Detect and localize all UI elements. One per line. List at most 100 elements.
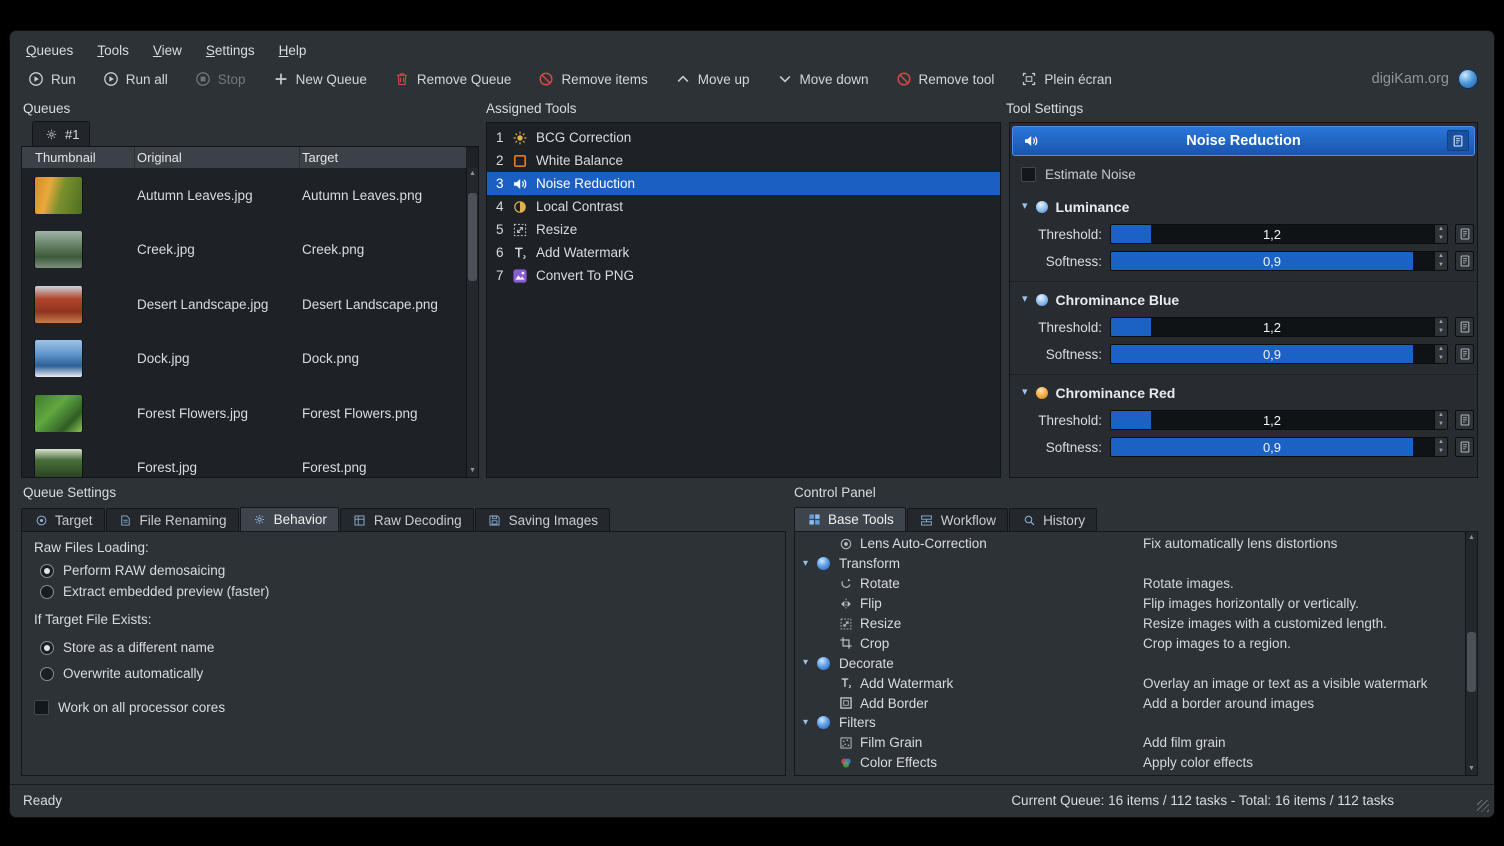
column-header-target[interactable]: Target <box>300 147 466 168</box>
section-header-chrominance-red[interactable]: ▾ Chrominance Red <box>1010 381 1477 404</box>
default-value-button[interactable] <box>1455 224 1474 244</box>
assigned-tool-resize[interactable]: 5 Resize <box>487 218 1000 241</box>
tree-item-lens-auto-correction[interactable]: Lens Auto-Correction Fix automatically l… <box>795 534 1464 554</box>
scroll-up-icon[interactable]: ▲ <box>467 168 478 180</box>
control-panel-tab-workflow[interactable]: Workflow <box>907 508 1008 531</box>
scroll-up-icon[interactable]: ▲ <box>1466 532 1477 544</box>
tree-item-add-watermark[interactable]: Add Watermark Overlay an image or text a… <box>795 673 1464 693</box>
default-value-button[interactable] <box>1455 317 1474 337</box>
queue-settings-tab-raw-decoding[interactable]: Raw Decoding <box>340 508 474 531</box>
menu-settings[interactable]: Settings <box>206 43 255 58</box>
queue-row-dock-jpg[interactable]: Dock.jpg Dock.png <box>22 332 466 387</box>
menu-view[interactable]: View <box>153 43 182 58</box>
queue-tab-1[interactable]: #1 <box>32 121 90 147</box>
toolbar-stop-button[interactable]: Stop <box>195 71 246 87</box>
control-panel-tab-base-tools[interactable]: Base Tools <box>794 507 906 531</box>
spin-down-icon[interactable]: ▼ <box>1435 447 1447 456</box>
queue-settings-tab-behavior[interactable]: Behavior <box>240 507 339 531</box>
expander-chevron-icon[interactable]: ▾ <box>803 559 817 569</box>
control-panel-tab-history[interactable]: History <box>1009 508 1097 531</box>
spin-down-icon[interactable]: ▼ <box>1435 354 1447 363</box>
work-on-all-cores-checkbox[interactable] <box>34 700 49 715</box>
expander-chevron-icon[interactable]: ▾ <box>803 718 817 728</box>
queue-settings-tab-file-renaming[interactable]: File Renaming <box>106 508 239 531</box>
toolbar-move-down-button[interactable]: Move down <box>777 71 869 87</box>
toolbar-remove-items-button[interactable]: Remove items <box>538 71 647 87</box>
resize-grip[interactable] <box>1477 800 1489 812</box>
tool-settings-header-button[interactable] <box>1447 130 1469 151</box>
estimate-noise-checkbox[interactable] <box>1021 167 1036 182</box>
assigned-tool-local-contrast[interactable]: 4 Local Contrast <box>487 195 1000 218</box>
collapse-chevron-icon[interactable]: ▾ <box>1022 201 1028 212</box>
queue-row-desert-landscape-jpg[interactable]: Desert Landscape.jpg Desert Landscape.pn… <box>22 277 466 332</box>
spin-up-icon[interactable]: ▲ <box>1435 318 1447 327</box>
spin-up-icon[interactable]: ▲ <box>1435 252 1447 261</box>
queue-scrollbar[interactable]: ▲ ▼ <box>466 168 478 477</box>
radio-extract-embedded-preview-faster[interactable]: Extract embedded preview (faster) <box>40 584 269 599</box>
toolbar-move-up-button[interactable]: Move up <box>675 71 750 87</box>
spin-down-icon[interactable]: ▼ <box>1435 234 1447 243</box>
default-value-button[interactable] <box>1455 437 1474 457</box>
queue-row-autumn-leaves-jpg[interactable]: Autumn Leaves.jpg Autumn Leaves.png <box>22 168 466 223</box>
spin-up-icon[interactable]: ▲ <box>1435 345 1447 354</box>
queue-settings-tab-saving-images[interactable]: Saving Images <box>475 508 610 531</box>
toolbar-run-all-button[interactable]: Run all <box>103 71 168 87</box>
toolbar-plein-cran-button[interactable]: Plein écran <box>1021 71 1112 87</box>
spin-up-icon[interactable]: ▲ <box>1435 411 1447 420</box>
scroll-down-icon[interactable]: ▼ <box>1466 763 1477 775</box>
tree-item-color-effects[interactable]: Color Effects Apply color effects <box>795 753 1464 773</box>
spin-up-icon[interactable]: ▲ <box>1435 438 1447 447</box>
queue-row-forest-flowers-jpg[interactable]: Forest Flowers.jpg Forest Flowers.png <box>22 386 466 441</box>
toolbar-run-button[interactable]: Run <box>28 71 76 87</box>
spin-up-icon[interactable]: ▲ <box>1435 225 1447 234</box>
column-header-thumbnail[interactable]: Thumbnail <box>22 147 135 168</box>
softness-spinbox[interactable]: 0,9 ▲▼ <box>1110 344 1448 364</box>
section-header-luminance[interactable]: ▾ Luminance <box>1010 195 1477 218</box>
queue-row-forest-jpg[interactable]: Forest.jpg Forest.png <box>22 441 466 478</box>
section-header-chrominance-blue[interactable]: ▾ Chrominance Blue <box>1010 288 1477 311</box>
menu-help[interactable]: Help <box>279 43 307 58</box>
default-value-button[interactable] <box>1455 410 1474 430</box>
softness-spinbox[interactable]: 0,9 ▲▼ <box>1110 251 1448 271</box>
radio-overwrite-automatically[interactable]: Overwrite automatically <box>40 666 203 681</box>
spin-down-icon[interactable]: ▼ <box>1435 327 1447 336</box>
spin-down-icon[interactable]: ▼ <box>1435 261 1447 270</box>
toolbar-remove-tool-button[interactable]: Remove tool <box>896 71 995 87</box>
menu-tools[interactable]: Tools <box>97 43 129 58</box>
tree-item-rotate[interactable]: Rotate Rotate images. <box>795 574 1464 594</box>
tree-group-transform[interactable]: ▾ Transform <box>795 554 1464 574</box>
spin-down-icon[interactable]: ▼ <box>1435 420 1447 429</box>
queue-settings-tab-target[interactable]: Target <box>21 508 105 531</box>
assigned-tool-convert-to-png[interactable]: 7 Convert To PNG <box>487 264 1000 287</box>
tree-group-filters[interactable]: ▾ Filters <box>795 713 1464 733</box>
default-value-button[interactable] <box>1455 344 1474 364</box>
scroll-down-icon[interactable]: ▼ <box>467 465 478 477</box>
threshold-spinbox[interactable]: 1,2 ▲▼ <box>1110 224 1448 244</box>
assigned-tool-noise-reduction[interactable]: 3 Noise Reduction <box>487 172 1000 195</box>
assigned-tool-bcg-correction[interactable]: 1 BCG Correction <box>487 126 1000 149</box>
radio-perform-raw-demosaicing[interactable]: Perform RAW demosaicing <box>40 563 225 578</box>
collapse-chevron-icon[interactable]: ▾ <box>1022 294 1028 305</box>
collapse-chevron-icon[interactable]: ▾ <box>1022 387 1028 398</box>
threshold-spinbox[interactable]: 1,2 ▲▼ <box>1110 410 1448 430</box>
toolbar-remove-queue-button[interactable]: Remove Queue <box>394 71 512 87</box>
tree-group-decorate[interactable]: ▾ Decorate <box>795 653 1464 673</box>
queue-scroll-thumb[interactable] <box>468 193 477 281</box>
tree-item-add-border[interactable]: Add Border Add a border around images <box>795 693 1464 713</box>
control-panel-scrollbar[interactable]: ▲ ▼ <box>1465 532 1477 775</box>
toolbar-new-queue-button[interactable]: New Queue <box>273 71 367 87</box>
tree-item-crop[interactable]: Crop Crop images to a region. <box>795 633 1464 653</box>
assigned-tool-white-balance[interactable]: 2 White Balance <box>487 149 1000 172</box>
softness-spinbox[interactable]: 0,9 ▲▼ <box>1110 437 1448 457</box>
queue-row-creek-jpg[interactable]: Creek.jpg Creek.png <box>22 223 466 278</box>
default-value-button[interactable] <box>1455 251 1474 271</box>
column-header-original[interactable]: Original <box>135 147 300 168</box>
tree-item-film-grain[interactable]: Film Grain Add film grain <box>795 733 1464 753</box>
threshold-spinbox[interactable]: 1,2 ▲▼ <box>1110 317 1448 337</box>
radio-store-as-a-different-name[interactable]: Store as a different name <box>40 640 214 655</box>
expander-chevron-icon[interactable]: ▾ <box>803 658 817 668</box>
tree-item-resize[interactable]: Resize Resize images with a customized l… <box>795 614 1464 634</box>
assigned-tool-add-watermark[interactable]: 6 Add Watermark <box>487 241 1000 264</box>
control-panel-scroll-thumb[interactable] <box>1467 632 1476 692</box>
menu-queues[interactable]: Queues <box>26 43 73 58</box>
